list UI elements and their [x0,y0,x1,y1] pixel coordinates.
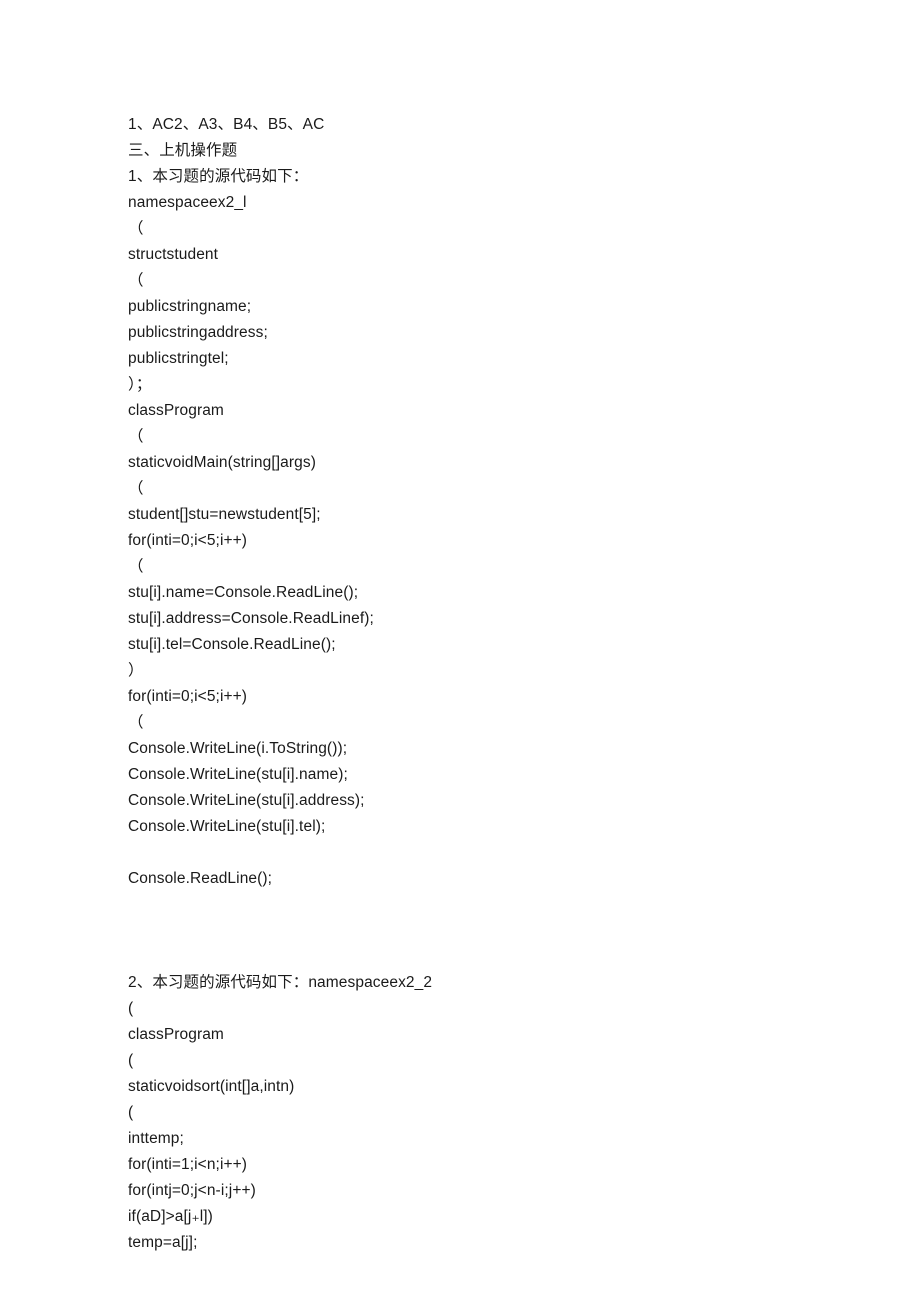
document-body: 1、AC2、A3、B4、B5、AC三、上机操作题1、本习题的源代码如下：name… [128,112,920,1256]
text-line: （ [128,268,920,294]
text-line: （ [128,476,920,502]
text-line: 1、AC2、A3、B4、B5、AC [128,112,920,138]
blank-line [128,918,920,944]
text-line: temp=a[j]; [128,1230,920,1256]
text-line: stu[i].name=Console.ReadLine(); [128,580,920,606]
text-line: （ [128,216,920,242]
text-line: publicstringname; [128,294,920,320]
text-line: ）； [128,372,920,398]
text-line: structstudent [128,242,920,268]
text-line: classProgram [128,1022,920,1048]
text-line: （ [128,710,920,736]
text-line: if(aD]>a[j₊l]) [128,1204,920,1230]
text-line: staticvoidsort(int[]a,intn) [128,1074,920,1100]
text-line: 1、本习题的源代码如下： [128,164,920,190]
text-line: Console.ReadLine(); [128,866,920,892]
text-line: publicstringaddress; [128,320,920,346]
document-page: 1、AC2、A3、B4、B5、AC三、上机操作题1、本习题的源代码如下：name… [0,0,920,1301]
text-line: for(inti=0;i<5;i++) [128,684,920,710]
blank-line [128,944,920,970]
text-line: Console.WriteLine(stu[i].tel); [128,814,920,840]
text-line: staticvoidMain(string[]args) [128,450,920,476]
text-line: namespaceex2_l [128,190,920,216]
text-line: 2、本习题的源代码如下：namespaceex2_2 [128,970,920,996]
text-line: stu[i].address=Console.ReadLinef); [128,606,920,632]
text-line: for(intj=0;j<n-i;j++) [128,1178,920,1204]
text-line: classProgram [128,398,920,424]
text-line: ( [128,1048,920,1074]
text-line: for(inti=1;i<n;i++) [128,1152,920,1178]
text-line: inttemp; [128,1126,920,1152]
text-line: Console.WriteLine(stu[i].address); [128,788,920,814]
text-line: 三、上机操作题 [128,138,920,164]
text-line: student[]stu=newstudent[5]; [128,502,920,528]
text-line: （ [128,554,920,580]
text-line: publicstringtel; [128,346,920,372]
text-line: Console.WriteLine(i.ToString()); [128,736,920,762]
text-line: for(inti=0;i<5;i++) [128,528,920,554]
blank-line [128,892,920,918]
text-line: ( [128,1100,920,1126]
text-line: （ [128,424,920,450]
text-line: stu[i].tel=Console.ReadLine(); [128,632,920,658]
text-line: ） [128,658,920,684]
text-line: Console.WriteLine(stu[i].name); [128,762,920,788]
blank-line [128,840,920,866]
text-line: ( [128,996,920,1022]
